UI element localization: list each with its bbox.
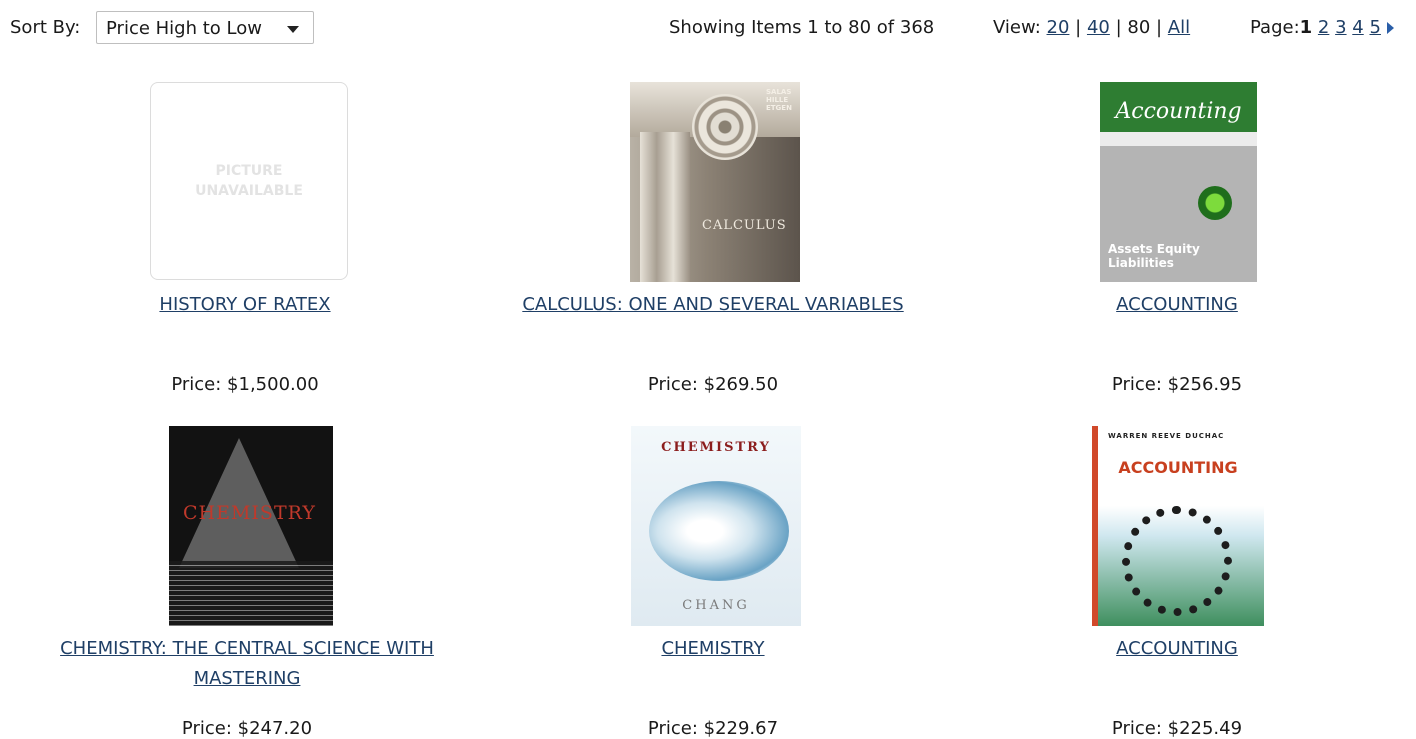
cover-title: ACCOUNTING — [1118, 458, 1238, 477]
cover-art-splash — [649, 481, 789, 581]
sort-selected-value: Price High to Low — [106, 18, 262, 39]
product-price: Price: $247.20 — [181, 718, 313, 739]
power-icon — [1198, 186, 1232, 220]
product-title-link[interactable]: CHEMISTRY — [478, 634, 948, 664]
product-title-link[interactable]: CALCULUS: ONE AND SEVERAL VARIABLES — [478, 290, 948, 320]
cover-title: CHEMISTRY — [183, 502, 316, 524]
cover-author: CHANG — [682, 598, 750, 613]
product-price: Price: $256.95 — [1111, 374, 1243, 395]
page-label: Page: — [1250, 17, 1300, 38]
book-cover-image[interactable]: WARREN REEVE DUCHAC ACCOUNTING — [1092, 426, 1264, 626]
product-title-link[interactable]: CHEMISTRY: THE CENTRAL SCIENCE WITH MAST… — [12, 634, 482, 694]
cover-stripe — [1100, 132, 1257, 146]
page-1-current: 1 — [1299, 17, 1313, 38]
book-cover-image[interactable]: Accounting Assets Equity Liabilities — [1100, 82, 1257, 282]
product-title-link[interactable]: ACCOUNTING — [942, 290, 1412, 320]
product-title-link[interactable]: ACCOUNTING — [942, 634, 1412, 664]
view-label: View: — [993, 17, 1041, 38]
items-count-text: Showing Items 1 to 80 of 368 — [669, 17, 935, 38]
cover-title: CALCULUS — [702, 218, 787, 233]
book-cover-image[interactable]: CHEMISTRY CHANG — [631, 426, 801, 626]
page-2-link[interactable]: 2 — [1318, 17, 1329, 38]
product-title-link[interactable]: HISTORY OF RATEX — [10, 290, 480, 320]
placeholder-text: PICTURE UNAVAILABLE — [195, 163, 303, 199]
product-price: Price: $1,500.00 — [171, 374, 319, 395]
book-cover-image[interactable]: SALAS HILLE ETGEN CALCULUS — [630, 82, 800, 282]
cover-red-stripe — [1092, 426, 1098, 626]
product-price: Price: $229.67 — [647, 718, 779, 739]
cover-authors: SALAS HILLE ETGEN — [766, 88, 792, 112]
view-80-current: 80 — [1127, 17, 1151, 38]
sort-dropdown[interactable]: Price High to Low — [96, 11, 314, 44]
cover-authors: WARREN REEVE DUCHAC — [1108, 432, 1225, 440]
view-all-link[interactable]: All — [1168, 17, 1190, 38]
page-5-link[interactable]: 5 — [1369, 17, 1380, 38]
picture-unavailable-placeholder[interactable]: PICTURE UNAVAILABLE — [150, 82, 348, 280]
book-cover-image[interactable]: CHEMISTRY — [169, 426, 333, 626]
cover-title: CHEMISTRY — [661, 440, 771, 455]
cover-art-mesh — [169, 561, 333, 626]
view-options: View: 20 | 40 | 80 | All — [993, 17, 1191, 38]
view-40-link[interactable]: 40 — [1087, 17, 1110, 38]
pagination: Page:1 2 3 4 5 — [1250, 17, 1394, 38]
page-3-link[interactable]: 3 — [1335, 17, 1346, 38]
product-price: Price: $225.49 — [1111, 718, 1243, 739]
product-price: Price: $269.50 — [647, 374, 779, 395]
toolbar: Sort By: Price High to Low Showing Items… — [0, 0, 1416, 60]
cover-art-volute — [692, 94, 758, 160]
sort-label: Sort By: — [10, 17, 81, 38]
chevron-down-icon — [287, 26, 299, 33]
cover-title: Accounting — [1115, 99, 1242, 124]
cover-art-pillar — [640, 132, 690, 282]
view-20-link[interactable]: 20 — [1047, 17, 1070, 38]
cover-words: Assets Equity Liabilities — [1108, 242, 1200, 270]
cover-art-skydivers-ring — [1122, 506, 1232, 616]
page-4-link[interactable]: 4 — [1352, 17, 1363, 38]
next-page-icon[interactable] — [1386, 22, 1394, 34]
